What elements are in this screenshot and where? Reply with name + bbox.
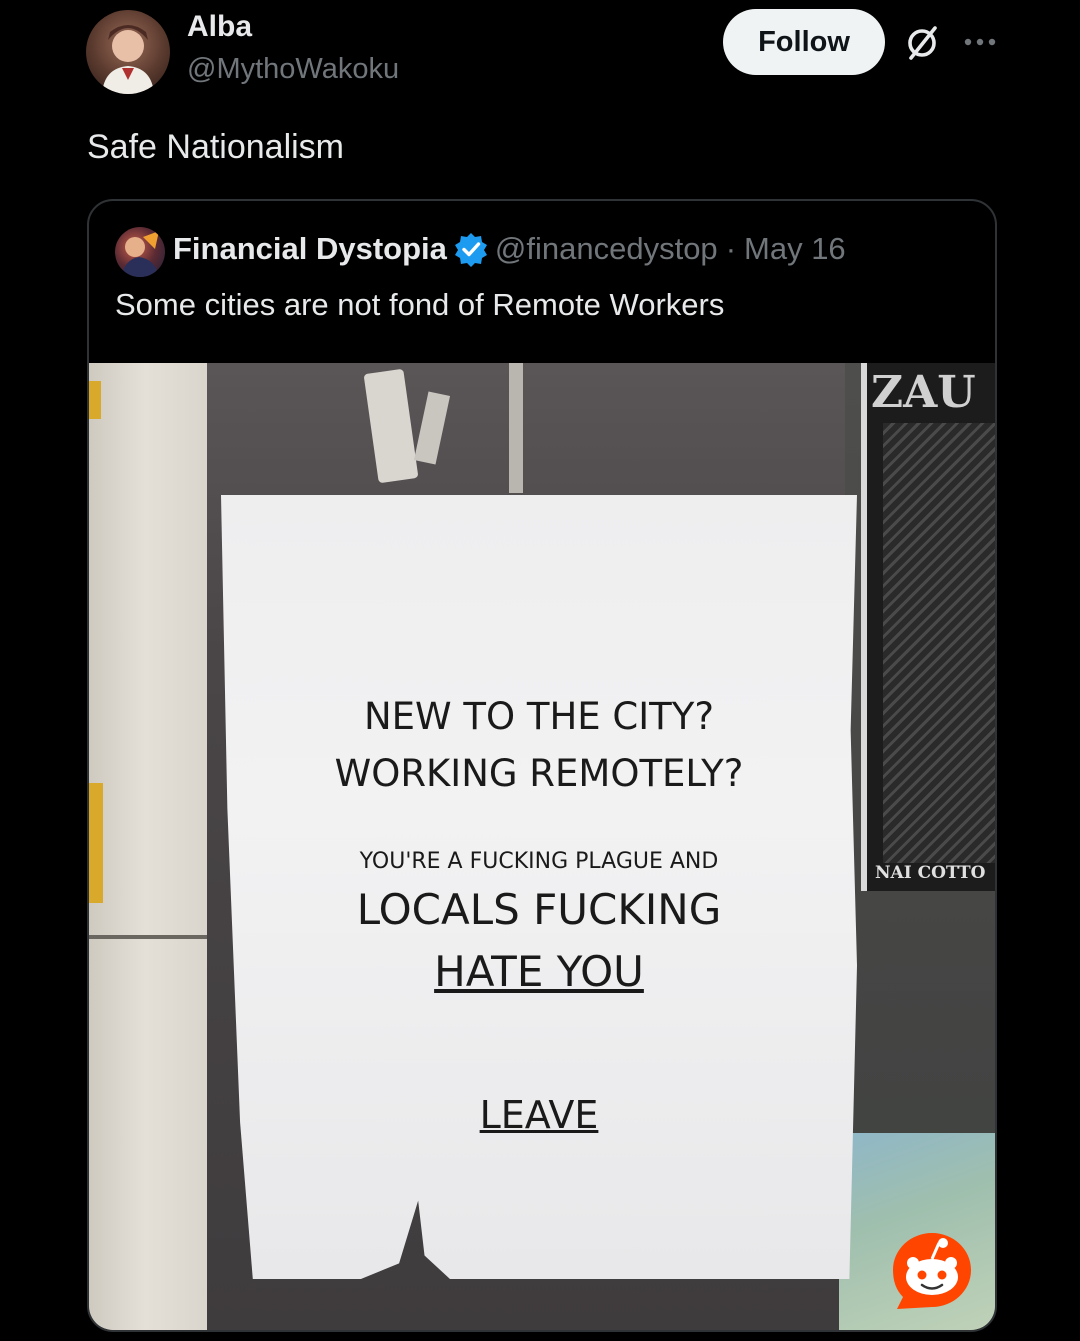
notice-line: NEW TO THE CITY?: [363, 695, 715, 738]
notice-paper: NEW TO THE CITY? WORKING REMOTELY? YOU'R…: [221, 495, 857, 1279]
notice-line: LEAVE: [479, 1093, 599, 1137]
torn-paper: [509, 363, 523, 493]
quoted-author-avatar[interactable]: [115, 227, 165, 277]
quoted-author-name[interactable]: Financial Dystopia: [173, 231, 447, 267]
separator-dot: ·: [725, 231, 737, 266]
reddit-icon: [893, 1233, 971, 1309]
notice-line: YOU'RE A FUCKING PLAGUE AND: [359, 849, 719, 874]
author-display-name[interactable]: Alba: [187, 10, 252, 44]
more-options-icon[interactable]: [962, 30, 998, 54]
grok-icon[interactable]: [903, 24, 941, 62]
right-poster-label: NAI COTTO: [875, 863, 986, 883]
quoted-post-text: Some cities are not fond of Remote Worke…: [115, 287, 725, 322]
notice-line: LOCALS FUCKING: [356, 885, 722, 934]
quoted-post[interactable]: Financial Dystopia @financedystop · May …: [87, 199, 997, 1332]
notice-line: WORKING REMOTELY?: [334, 752, 744, 795]
quoted-post-date[interactable]: May 16: [744, 231, 846, 267]
right-poster: ZAU NAI COTTO: [861, 363, 995, 891]
follow-button[interactable]: Follow: [723, 9, 885, 75]
author-avatar[interactable]: [86, 10, 170, 94]
post-photo[interactable]: ZAU NAI COTTO NEW TO THE CITY? WORKING R…: [89, 363, 995, 1330]
author-handle[interactable]: @MythoWakoku: [187, 53, 399, 86]
notice-line: HATE YOU: [434, 947, 644, 996]
yellow-mark: [89, 783, 103, 903]
quoted-author-handle[interactable]: @financedystop: [495, 231, 718, 267]
barbed-wire-graphic: [883, 423, 995, 863]
yellow-mark-top: [89, 381, 101, 419]
right-poster-title: ZAU: [871, 367, 976, 418]
post-text: Safe Nationalism: [87, 128, 345, 166]
verified-badge-icon: [454, 233, 487, 267]
